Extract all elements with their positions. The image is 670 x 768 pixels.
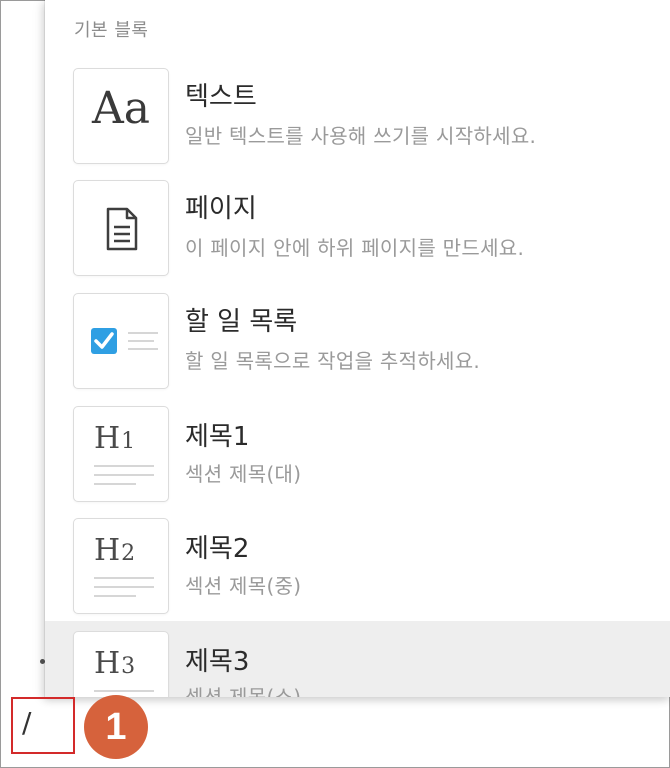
menu-item-text[interactable]: Aa 텍스트 일반 텍스트를 사용해 쓰기를 시작하세요. — [45, 56, 670, 168]
item-description: 섹션 제목(대) — [185, 462, 302, 486]
menu-item-todo[interactable]: 할 일 목록 할 일 목록으로 작업을 추적하세요. — [45, 281, 670, 393]
placeholder-lines — [94, 577, 154, 604]
item-title: 페이지 — [185, 194, 257, 224]
heading-glyph: H2 — [94, 533, 137, 568]
item-description: 이 페이지 안에 하위 페이지를 만드세요. — [185, 236, 525, 260]
heading2-icon: H2 — [73, 518, 169, 614]
text-aa-icon: Aa — [73, 68, 169, 164]
item-description: 할 일 목록으로 작업을 추적하세요. — [185, 349, 481, 373]
heading1-icon: H1 — [73, 406, 169, 502]
heading-glyph: H3 — [94, 646, 137, 681]
menu-item-heading1[interactable]: H1 제목1 섹션 제목(대) — [45, 394, 670, 506]
item-title: 할 일 목록 — [185, 307, 298, 337]
item-title: 텍스트 — [185, 82, 257, 112]
heading3-icon: H3 — [73, 631, 169, 697]
section-title: 기본 블록 — [74, 20, 149, 41]
menu-item-page[interactable]: 페이지 이 페이지 안에 하위 페이지를 만드세요. — [45, 168, 670, 280]
menu-item-heading2[interactable]: H2 제목2 섹션 제목(중) — [45, 506, 670, 618]
block-menu: 기본 블록 Aa 텍스트 일반 텍스트를 사용해 쓰기를 시작하세요. 페이지 … — [45, 0, 670, 697]
page-document-icon — [73, 180, 169, 276]
item-title: 제목2 — [185, 534, 250, 564]
item-description: 일반 텍스트를 사용해 쓰기를 시작하세요. — [185, 124, 537, 148]
placeholder-lines — [94, 465, 154, 492]
menu-item-heading3[interactable]: H3 제목3 섹션 제목(소) — [45, 621, 670, 697]
slash-command-input[interactable]: / — [22, 706, 31, 739]
slash-input-highlight — [11, 697, 75, 754]
item-title: 제목1 — [185, 422, 250, 452]
aa-glyph: Aa — [91, 83, 150, 134]
item-description: 섹션 제목(소) — [185, 685, 302, 697]
item-title: 제목3 — [185, 647, 250, 677]
item-description: 섹션 제목(중) — [185, 574, 302, 598]
todo-checkbox-icon — [73, 293, 169, 389]
heading-glyph: H1 — [94, 421, 137, 456]
step-number-badge: 1 — [84, 695, 148, 759]
